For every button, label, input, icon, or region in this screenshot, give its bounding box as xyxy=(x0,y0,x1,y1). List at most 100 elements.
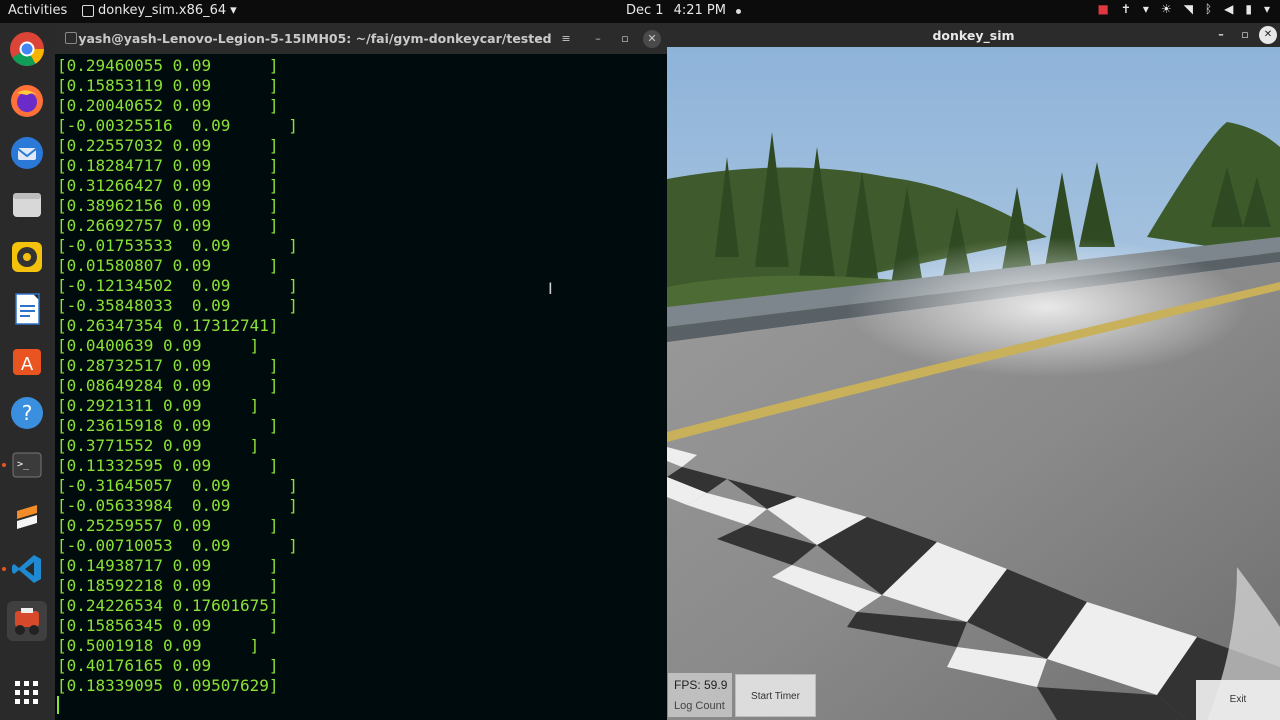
writer-icon xyxy=(15,293,40,325)
files-icon xyxy=(13,193,41,217)
minimize-button[interactable]: – xyxy=(1212,26,1230,44)
clock-date: Dec 1 xyxy=(626,3,664,18)
terminal-line: [-0.05633984 0.09 ] xyxy=(57,496,298,515)
terminal-line: [-0.12134502 0.09 ] xyxy=(57,276,298,295)
terminal-line: [0.24226534 0.17601675] xyxy=(57,596,279,615)
terminal-line: [0.5001918 0.09 ] xyxy=(57,636,260,655)
text-cursor-icon: I xyxy=(548,279,553,298)
donkey-sim-icon xyxy=(15,608,39,635)
terminal-line: [-0.00325516 0.09 ] xyxy=(57,116,298,135)
terminal-icon: >_ xyxy=(12,452,42,478)
running-indicator xyxy=(2,463,6,467)
dock-item-thunderbird[interactable] xyxy=(7,133,47,173)
maximize-button[interactable]: ▫ xyxy=(616,30,634,48)
terminal-title: yash@yash-Lenovo-Legion-5-15IMH05: ~/fai… xyxy=(78,31,552,46)
chevron-down-icon[interactable]: ▾ xyxy=(1143,2,1149,16)
minimize-button[interactable]: – xyxy=(589,30,607,48)
start-timer-button[interactable]: Start Timer xyxy=(735,674,816,717)
terminal-cursor xyxy=(57,696,59,714)
terminal-line: [0.3771552 0.09 ] xyxy=(57,436,260,455)
top-bar: Activities donkey_sim.x86_64 ▾ Dec 1 4:2… xyxy=(0,0,1280,23)
dock-item-sublime[interactable] xyxy=(7,497,47,537)
clock-time: 4:21 PM xyxy=(673,3,726,18)
notification-dot-icon xyxy=(735,9,741,14)
app-menu[interactable]: donkey_sim.x86_64 ▾ xyxy=(82,3,237,18)
simulator-window: donkey_sim – ▫ ✕ FPS: 59.9 Log Count Sta… xyxy=(667,23,1280,720)
terminal-line: [0.31266427 0.09 ] xyxy=(57,176,279,195)
terminal-line: [0.18284717 0.09 ] xyxy=(57,156,279,175)
terminal-line: [0.38962156 0.09 ] xyxy=(57,196,279,215)
terminal-line: [0.18339095 0.09507629] xyxy=(57,676,279,695)
clock[interactable]: Dec 1 4:21 PM xyxy=(626,3,741,18)
terminal-line: [0.23615918 0.09 ] xyxy=(57,416,279,435)
battery-icon[interactable]: ▮ xyxy=(1245,2,1252,16)
exit-button[interactable]: Exit xyxy=(1196,680,1280,720)
close-button[interactable]: ✕ xyxy=(643,30,661,48)
search-icon[interactable]: ⌕ xyxy=(529,30,547,48)
terminal-line: [0.40176165 0.09 ] xyxy=(57,656,279,675)
system-tray[interactable]: ■ ✝ ▾ ☀ ◥ ᛒ ◀ ▮ ▾ xyxy=(1097,2,1270,16)
terminal-line: [0.08649284 0.09 ] xyxy=(57,376,279,395)
dock-item-rhythmbox[interactable] xyxy=(7,237,47,277)
terminal-line: [0.20040652 0.09 ] xyxy=(57,96,279,115)
terminal-line: [0.2921311 0.09 ] xyxy=(57,396,260,415)
terminal-line: [-0.35848033 0.09 ] xyxy=(57,296,298,315)
menu-icon[interactable]: ≡ xyxy=(557,30,575,48)
chevron-down-icon: ▾ xyxy=(230,3,237,18)
maximize-button[interactable]: ▫ xyxy=(1236,26,1254,44)
dock-item-firefox[interactable] xyxy=(7,81,47,121)
dock-item-terminal[interactable]: >_ xyxy=(7,445,47,485)
thunderbird-icon xyxy=(11,137,43,169)
help-icon: ? xyxy=(11,397,43,429)
terminal-line: [0.18592218 0.09 ] xyxy=(57,576,279,595)
dock-item-writer[interactable] xyxy=(7,289,47,329)
dock-item-software[interactable]: A xyxy=(7,341,47,381)
close-button[interactable]: ✕ xyxy=(1259,26,1277,44)
dock-item-chrome[interactable] xyxy=(7,29,47,69)
vscode-icon xyxy=(12,555,41,583)
terminal-titlebar[interactable]: yash@yash-Lenovo-Legion-5-15IMH05: ~/fai… xyxy=(55,23,667,54)
simulator-viewport[interactable] xyxy=(667,47,1280,720)
app-menu-label: donkey_sim.x86_64 xyxy=(98,3,227,18)
terminal-line: [0.15856345 0.09 ] xyxy=(57,616,279,635)
simulator-title: donkey_sim xyxy=(932,28,1015,43)
bluetooth-icon[interactable]: ᛒ xyxy=(1205,2,1212,16)
dock-item-help[interactable]: ? xyxy=(7,393,47,433)
terminal-output[interactable]: [0.29460055 0.09 ] [0.15853119 0.09 ] [0.2… xyxy=(57,56,665,716)
fps-readout: FPS: 59.9 xyxy=(674,678,728,692)
dock-item-files[interactable] xyxy=(7,185,47,225)
dock: A ? >_ xyxy=(0,23,55,720)
terminal-line: [0.15853119 0.09 ] xyxy=(57,76,279,95)
software-icon: A xyxy=(13,349,41,375)
terminal-line: [0.26347354 0.17312741] xyxy=(57,316,279,335)
log-count-label: Log Count xyxy=(674,700,725,712)
show-apps-button[interactable] xyxy=(7,673,47,713)
accessibility-icon[interactable]: ✝ xyxy=(1121,2,1131,16)
terminal-line: [0.26692757 0.09 ] xyxy=(57,216,279,235)
terminal-line: [0.11332595 0.09 ] xyxy=(57,456,279,475)
activities-button[interactable]: Activities xyxy=(8,3,67,18)
terminal-line: [-0.00710053 0.09 ] xyxy=(57,536,298,555)
fps-panel: FPS: 59.9 Log Count xyxy=(668,673,732,717)
running-indicator xyxy=(2,567,6,571)
camera-record-icon[interactable]: ■ xyxy=(1097,2,1108,16)
simulator-titlebar[interactable]: donkey_sim – ▫ ✕ xyxy=(667,23,1280,47)
terminal-line: [-0.31645057 0.09 ] xyxy=(57,476,298,495)
rhythmbox-icon xyxy=(12,242,42,272)
volume-icon[interactable]: ◀ xyxy=(1224,2,1233,16)
svg-text:?: ? xyxy=(22,401,33,425)
firefox-icon xyxy=(11,85,43,117)
chrome-icon xyxy=(10,32,44,66)
terminal-line: [-0.01753533 0.09 ] xyxy=(57,236,298,255)
chevron-down-icon[interactable]: ▾ xyxy=(1264,2,1270,16)
brightness-icon[interactable]: ☀ xyxy=(1161,2,1172,16)
terminal-line: [0.14938717 0.09 ] xyxy=(57,556,279,575)
wifi-icon[interactable]: ◥ xyxy=(1184,2,1193,16)
svg-text:>_: >_ xyxy=(17,459,30,470)
dock-item-vscode[interactable] xyxy=(7,549,47,589)
terminal-line: [0.25259557 0.09 ] xyxy=(57,516,279,535)
sublime-icon xyxy=(17,505,37,529)
app-window-icon xyxy=(82,4,94,17)
terminal-line: [0.0400639 0.09 ] xyxy=(57,336,260,355)
dock-item-donkey-sim[interactable] xyxy=(7,601,47,641)
